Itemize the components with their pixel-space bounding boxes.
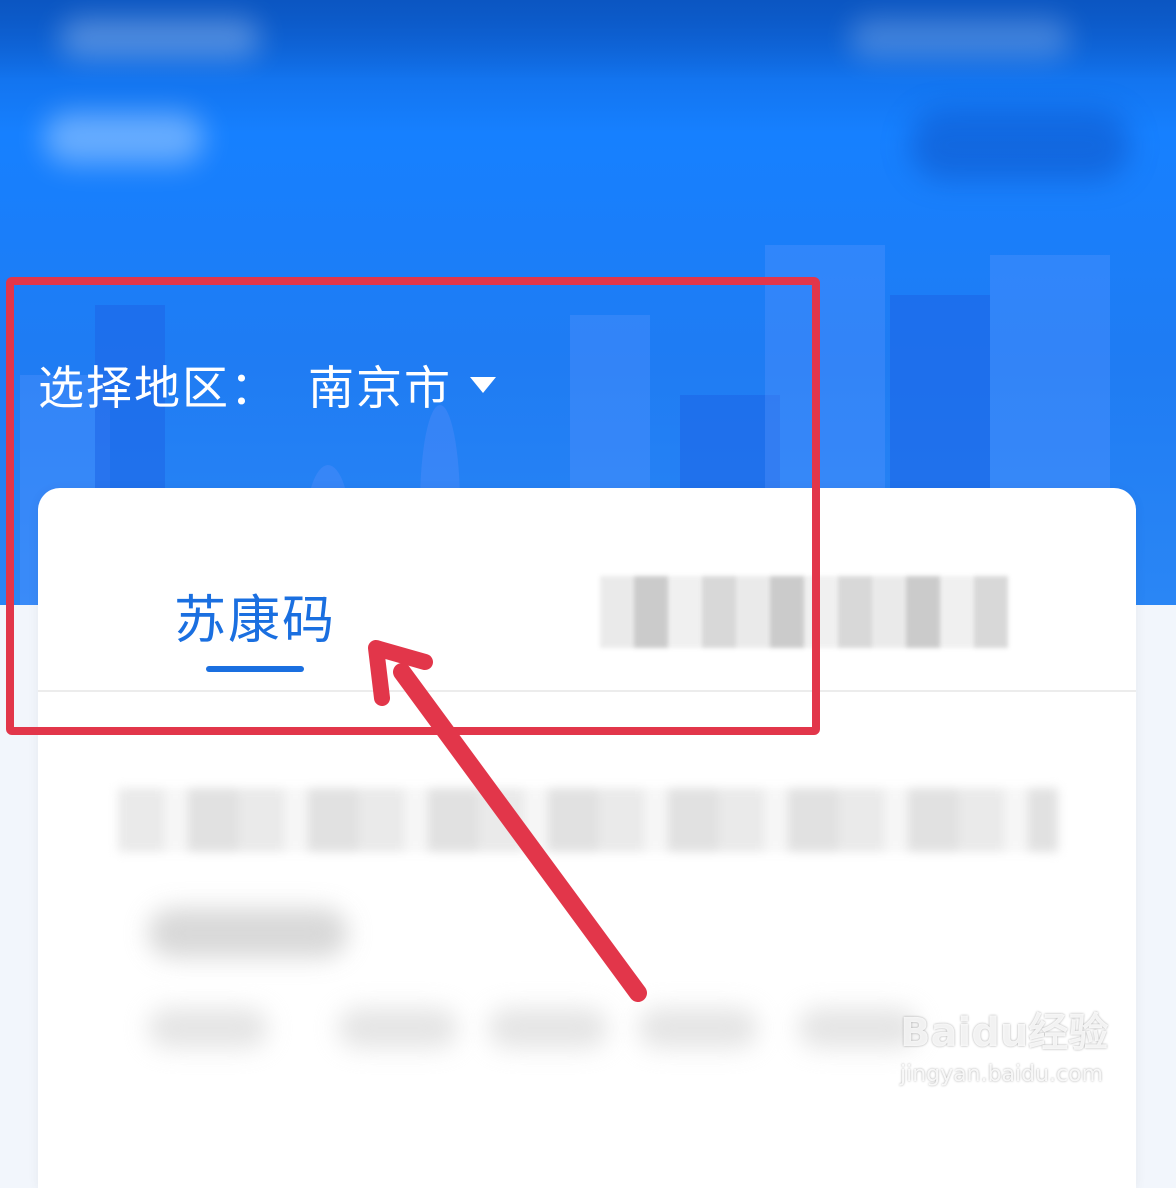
blurred-header-actions[interactable] — [910, 110, 1130, 180]
blurred-content — [638, 1008, 758, 1048]
blurred-content — [488, 1008, 608, 1048]
blurred-notice-text — [118, 788, 1058, 852]
baidu-jingyan-watermark: Baidu经验 jingyan.baidu.com — [900, 1000, 1108, 1087]
blurred-content — [148, 908, 348, 958]
blurred-content — [148, 1008, 268, 1048]
blurred-status-icons — [850, 18, 1070, 58]
annotation-highlight-box — [6, 277, 820, 735]
blurred-back-button[interactable] — [44, 112, 204, 164]
blurred-content — [338, 1008, 458, 1048]
watermark-brand: Baidu经验 — [900, 1010, 1109, 1056]
watermark-url: jingyan.baidu.com — [900, 1062, 1104, 1087]
blurred-header-title — [60, 18, 260, 58]
